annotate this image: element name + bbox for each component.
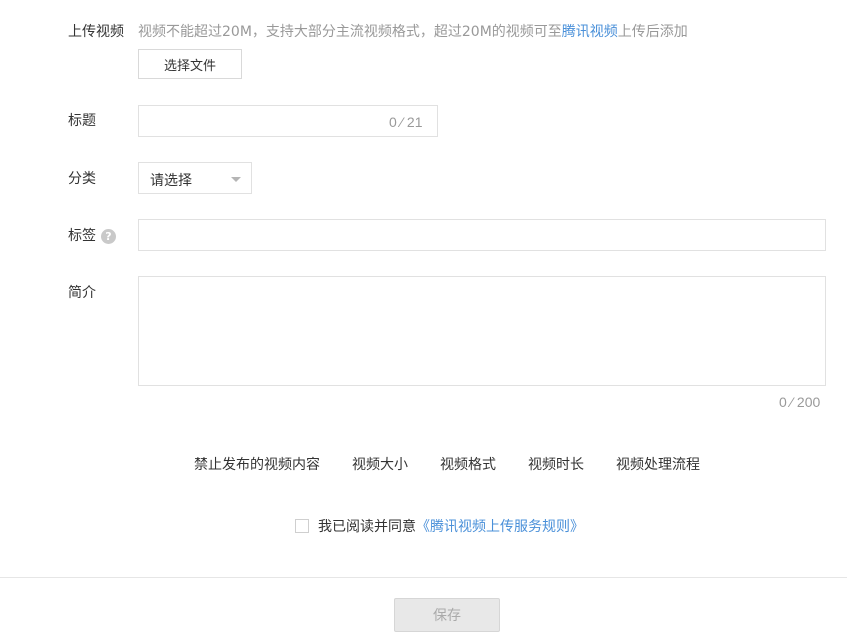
rule-link-video-size[interactable]: 视频大小: [352, 456, 408, 474]
tags-input[interactable]: [138, 219, 826, 251]
save-button[interactable]: 保存: [394, 598, 500, 632]
agreement-text: 我已阅读并同意《腾讯视频上传服务规则》: [318, 518, 584, 536]
choose-file-button[interactable]: 选择文件: [138, 49, 242, 79]
category-label: 分类: [68, 171, 96, 187]
intro-label: 简介: [68, 285, 96, 301]
title-label: 标题: [68, 113, 96, 129]
tencent-video-link[interactable]: 腾讯视频: [562, 24, 618, 40]
category-selected-value: 请选择: [150, 173, 192, 189]
upload-hint: 视频不能超过20M，支持大部分主流视频格式，超过20M的视频可至腾讯视频上传后添…: [138, 23, 688, 41]
upload-hint-text: 视频不能超过20M，支持大部分主流视频格式，超过20M的视频可至: [138, 24, 562, 40]
tags-label: 标签: [68, 228, 96, 244]
rule-link-processing-flow[interactable]: 视频处理流程: [616, 456, 700, 474]
category-select[interactable]: 请选择: [138, 162, 252, 194]
rule-link-prohibited-content[interactable]: 禁止发布的视频内容: [194, 456, 320, 474]
rule-link-video-duration[interactable]: 视频时长: [528, 456, 584, 474]
service-rules-link[interactable]: 《腾讯视频上传服务规则》: [416, 519, 584, 535]
footer-divider: [0, 577, 847, 578]
upload-video-label: 上传视频: [68, 24, 124, 40]
help-icon[interactable]: ?: [101, 229, 116, 244]
agreement-checkbox[interactable]: [295, 519, 309, 533]
caret-down-icon: [231, 177, 241, 182]
title-char-counter: 0 ⁄ 21: [389, 114, 423, 130]
upload-hint-suffix: 上传后添加: [617, 24, 688, 40]
intro-char-counter: 0 ⁄ 200: [779, 394, 821, 410]
intro-textarea[interactable]: [138, 276, 826, 386]
agreement-prefix: 我已阅读并同意: [318, 519, 416, 535]
rule-link-video-format[interactable]: 视频格式: [440, 456, 496, 474]
